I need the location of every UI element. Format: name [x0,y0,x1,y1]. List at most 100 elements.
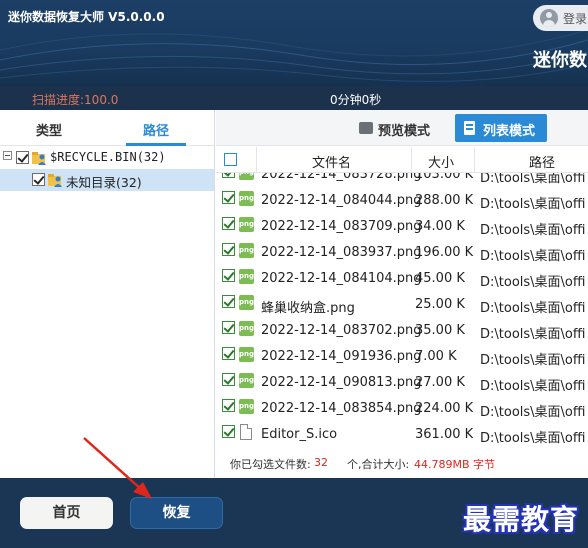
cell-path: D:\tools\桌面\offi [480,275,586,290]
row-checkbox[interactable] [222,347,235,360]
row-checkbox[interactable] [222,191,235,204]
selected-count-label: 你已勾选文件数: [230,458,311,471]
cell-name: 2022-12-14_083854.png [261,401,422,416]
table-row[interactable]: png 2022-12-14_083728.png103.00 K D:\tools… [216,173,588,188]
cell-path: D:\tools\桌面\offi [480,301,586,316]
home-button[interactable]: 首页 [20,497,113,529]
table-row[interactable]: png 2022-12-14_083854.png 224.00 K D:\tools… [216,396,588,422]
cell-size: 361.00 K [415,427,474,442]
cell-name: 蜂巢收纳盒.png [261,301,355,316]
list-mode-button[interactable]: 列表模式 [455,114,547,142]
column-divider[interactable] [474,147,475,173]
cell-name: 2022-12-14_083702.png [261,323,422,338]
total-size-label: 个,合计大小: [347,458,410,471]
row-checkbox[interactable] [222,399,235,412]
cell-path: D:\tools\桌面\offi [480,353,586,368]
table-row[interactable]: Editor_S.ico 361.00 K D:\tools\桌面\offi [216,422,588,448]
cell-path: D:\tools\桌面\offi [480,379,586,394]
cell-name: 2022-12-14_083709.png [261,219,422,234]
png-file-icon: png [239,243,254,258]
cell-size: 103.00 K [415,173,474,182]
tree-checkbox[interactable] [16,151,29,164]
cell-name: 2022-12-14_083937.png [261,245,422,260]
cell-path: D:\tools\桌面\offi [480,249,586,264]
active-tab-indicator [126,143,186,146]
restore-button[interactable]: 恢复 [130,497,223,529]
row-checkbox[interactable] [222,373,235,386]
row-checkbox[interactable] [222,425,235,438]
list-mode-label: 列表模式 [483,124,536,139]
column-divider [256,147,257,173]
cell-path: D:\tools\桌面\offi [480,327,586,342]
cell-size: 27.00 K [415,375,465,390]
png-file-icon: png [239,217,254,232]
preview-mode-button[interactable]: 预览模式 [353,114,435,142]
table-row[interactable]: png 2022-12-14_084044.png 288.00 K D:\tools… [216,188,588,214]
table-row[interactable]: png 2022-12-14_083709.png 34.00 K D:\tools\… [216,214,588,240]
row-checkbox[interactable] [222,217,235,230]
column-header-name[interactable]: 文件名 [312,152,351,171]
list-icon [464,121,475,135]
table-row[interactable]: png 2022-12-14_083937.png 196.00 K D:\tools… [216,240,588,266]
selected-count: 32 [314,456,328,469]
bottom-bar: 首页 恢复 最需教育 [0,478,588,548]
cell-size: 224.00 K [415,401,474,416]
folder-tree-panel: 类型 路径 $RECYCLE.BIN(32) 未知目录(32) [0,110,215,478]
scan-progress-label: 扫描进度:100.0 [32,93,119,107]
png-file-icon: png [239,173,254,180]
cell-path: D:\tools\桌面\offi [480,223,586,238]
cell-size: 288.00 K [415,193,474,208]
table-row[interactable]: png 2022-12-14_083702.png 35.00 K D:\tools\… [216,318,588,344]
tree-item-label: $RECYCLE.BIN(32) [50,150,166,164]
folder-user-icon [32,152,46,165]
selection-summary: 你已勾选文件数: 32 个,合计大小: 44.789MB 字节 [216,450,588,474]
login-label: 登录 [563,12,588,26]
column-divider[interactable] [411,147,412,173]
row-checkbox[interactable] [222,321,235,334]
row-checkbox[interactable] [222,243,235,256]
cell-size: 7.00 K [415,349,457,364]
cell-size: 35.00 K [415,323,465,338]
select-all-checkbox[interactable] [224,153,237,166]
table-header: 文件名 大小 路径 [216,147,588,173]
png-file-icon: png [239,321,254,336]
table-row[interactable]: png 蜂巢收纳盒.png 25.00 K D:\tools\桌面\offi [216,292,588,318]
generic-file-icon [240,424,252,440]
cell-size: 34.00 K [415,219,465,234]
cell-size: 196.00 K [415,245,474,260]
left-tabs: 类型 路径 [0,110,214,146]
cell-path: D:\tools\桌面\offi [480,431,586,446]
tree-item-label: 未知目录(32) [66,175,142,190]
row-checkbox[interactable] [222,269,235,282]
table-row[interactable]: png 2022-12-14_090813.png 27.00 K D:\tools\… [216,370,588,396]
cell-size: 25.00 K [415,297,465,312]
row-checkbox[interactable] [222,173,235,178]
tab-type[interactable]: 类型 [36,120,62,139]
tree-item-recycle-bin[interactable]: $RECYCLE.BIN(32) [0,147,214,169]
watermark-logo: 最需教育 [463,503,580,536]
row-checkbox[interactable] [222,295,235,308]
login-button[interactable]: 登录 [533,5,588,31]
cell-name: 2022-12-14_084104.png [261,271,422,286]
column-header-path[interactable]: 路径 [529,152,555,171]
view-mode-bar: 预览模式 列表模式 [216,110,588,146]
folder-user-icon [48,174,62,187]
png-file-icon: png [239,347,254,362]
cell-name: 2022-12-14_091936.png [261,349,422,364]
table-row[interactable]: png 2022-12-14_091936.png 7.00 K D:\tools\桌… [216,344,588,370]
file-table-body: png 2022-12-14_083728.png103.00 K D:\tools… [216,173,588,449]
collapse-toggle-icon[interactable] [3,151,12,160]
column-header-size[interactable]: 大小 [428,152,454,171]
tree-checkbox[interactable] [32,173,45,186]
cell-name: Editor_S.ico [261,427,338,442]
scan-progress-bar: 扫描进度:100.0 0分钟0秒 [0,86,588,110]
file-list-panel: 预览模式 列表模式 文件名 大小 路径 png 2022-12-14_083728… [216,110,588,478]
tab-path[interactable]: 路径 [143,120,169,139]
tree-item-unknown-dir[interactable]: 未知目录(32) [0,169,214,191]
elapsed-time: 0分钟0秒 [330,93,382,107]
app-title: 迷你数据恢复大师 V5.0.0.0 [8,10,165,24]
table-row[interactable]: png 2022-12-14_084104.png 45.00 K D:\tools\… [216,266,588,292]
preview-mode-label: 预览模式 [378,124,431,139]
png-file-icon: png [239,399,254,414]
title-bar: 迷你数据恢复大师 V5.0.0.0 登录 迷你数 [0,0,588,86]
